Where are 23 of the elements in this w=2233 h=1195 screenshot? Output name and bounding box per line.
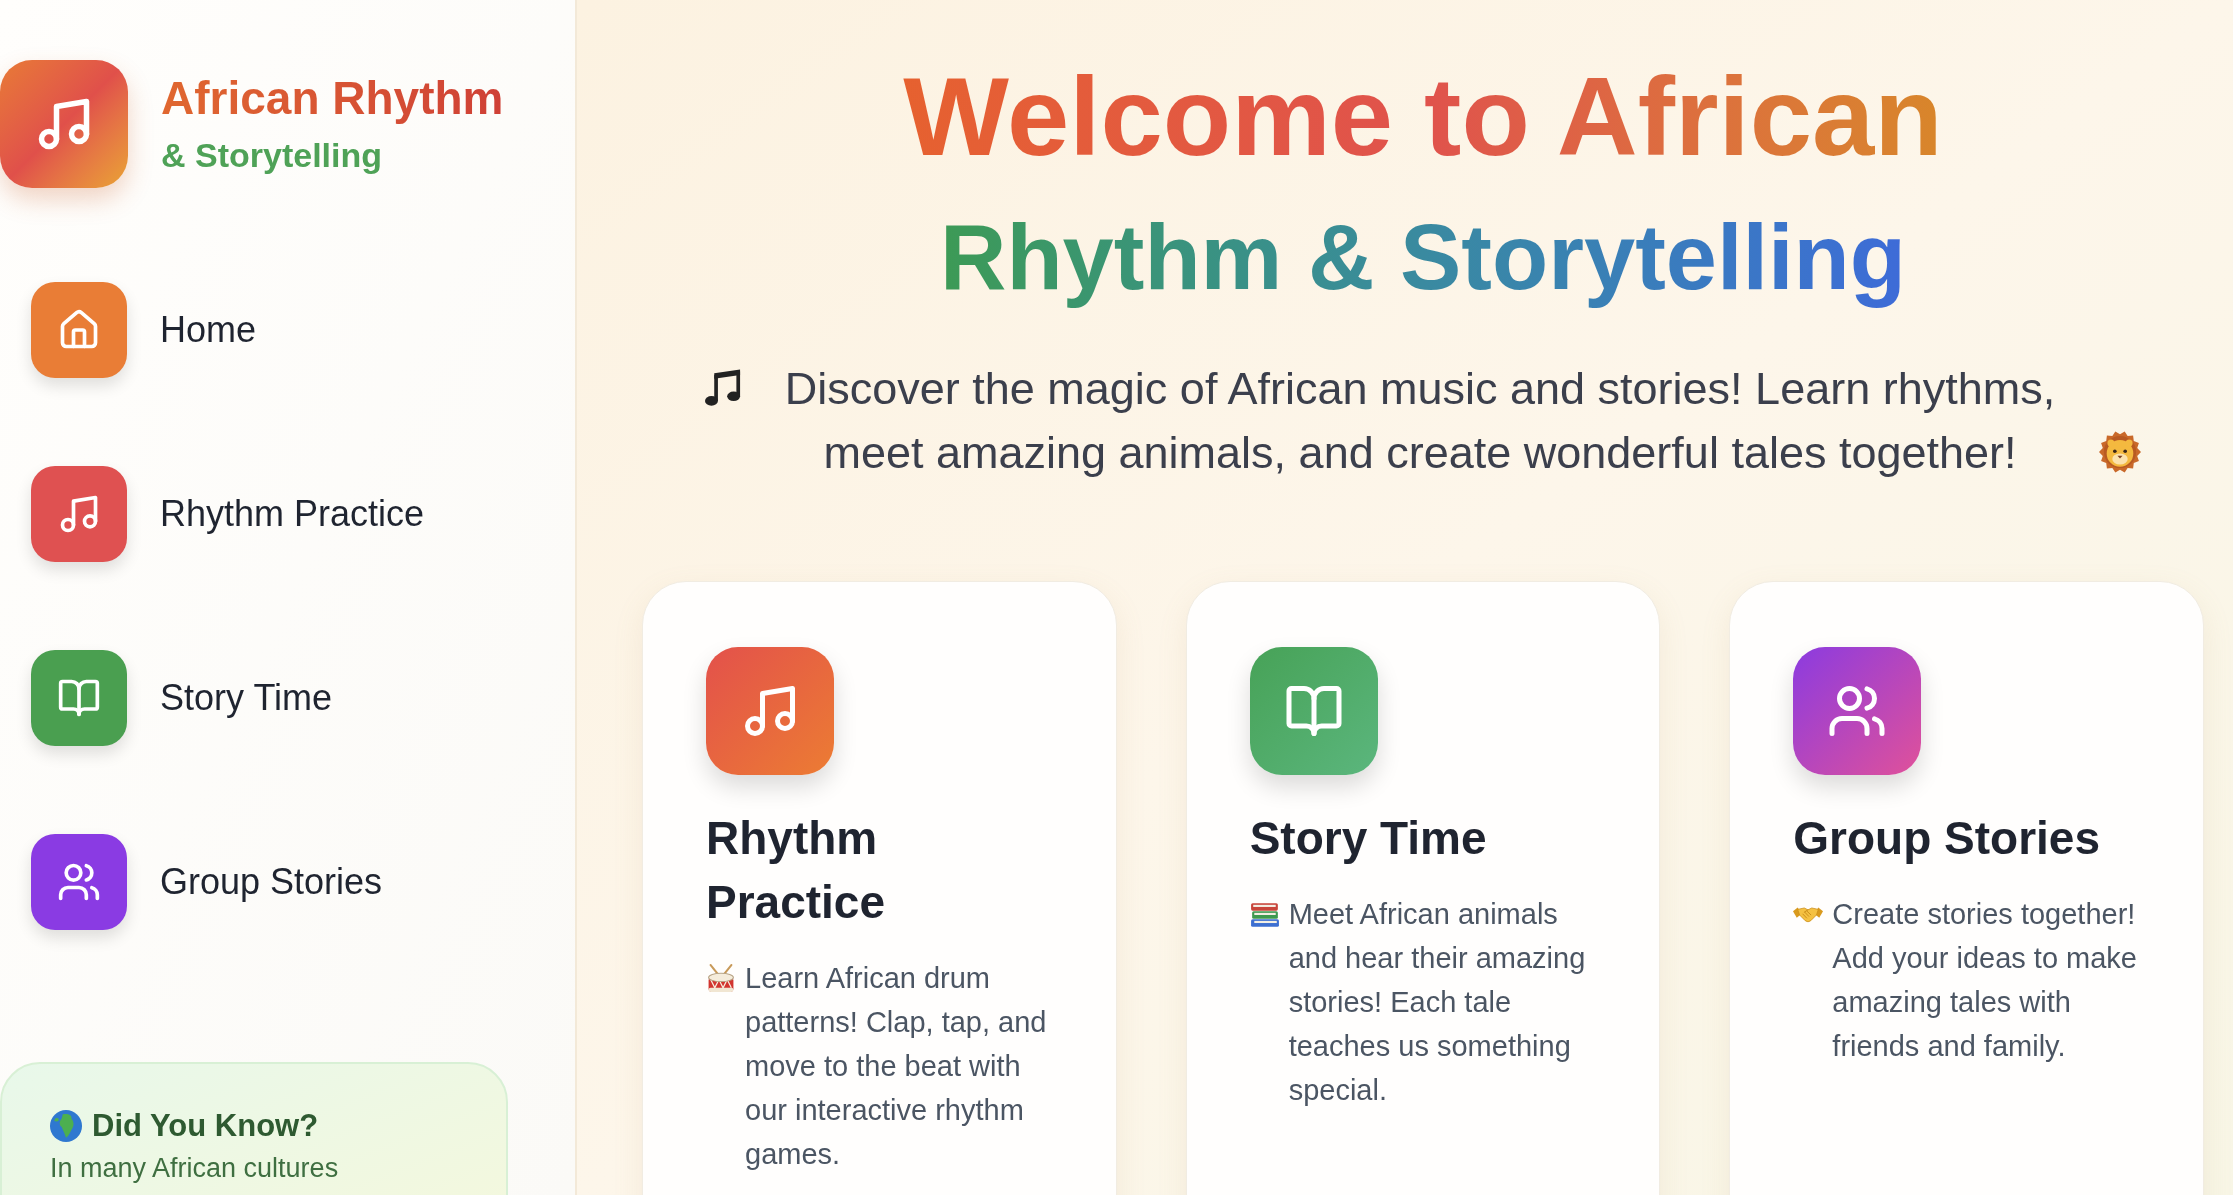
- card-title: Rhythm Practice: [706, 811, 886, 930]
- feature-card[interactable]: Story Time Meet African animals and hear their amazing stories! Each tale teaches us something special.: [1185, 581, 1661, 1195]
- card-description: Learn African drum patterns! Clap, tap, and move to the beat with our interactive rhythm games.: [745, 961, 1048, 1172]
- card-title: Story Time: [1249, 811, 1488, 866]
- app-subtitle: & Storytelling: [161, 135, 383, 176]
- card-title: Group Stories: [1793, 811, 2102, 866]
- card-description: Create stories together! Add your ideas to make amazing tales with friends and family.: [1832, 897, 2138, 1064]
- feature-card[interactable]: Rhythm Practice Learn African drum patterns! Clap, tap, and move to the beat with our interactive rhythm games.: [642, 581, 1117, 1195]
- nav-item[interactable]: Home: [31, 282, 257, 378]
- fact-title: Did You Know?: [92, 1107, 319, 1145]
- drum-icon: [706, 964, 736, 994]
- card-description: Meet African animals and hear their amazing stories! Each tale teaches us something special.: [1288, 897, 1587, 1108]
- nav-item[interactable]: Rhythm Practice: [31, 466, 425, 562]
- music-notes-icon: [705, 369, 741, 407]
- intro-text: Discover the magic of African music and stories! Learn rhythms, meet amazing animals, and create wonderful tales together!: [783, 362, 2057, 480]
- nav-item[interactable]: Story Time: [31, 650, 333, 746]
- globe-icon: [50, 1110, 82, 1142]
- books-icon: [1249, 900, 1280, 930]
- music-note-icon: [0, 60, 128, 188]
- nav-item[interactable]: Group Stories: [31, 834, 383, 930]
- fact-text: In many African cultures: [50, 1152, 339, 1184]
- lion-face-icon: [2099, 431, 2141, 473]
- feature-card[interactable]: Group Stories Create stories together! Add your ideas to make amazing tales with friends and family.: [1729, 581, 2204, 1195]
